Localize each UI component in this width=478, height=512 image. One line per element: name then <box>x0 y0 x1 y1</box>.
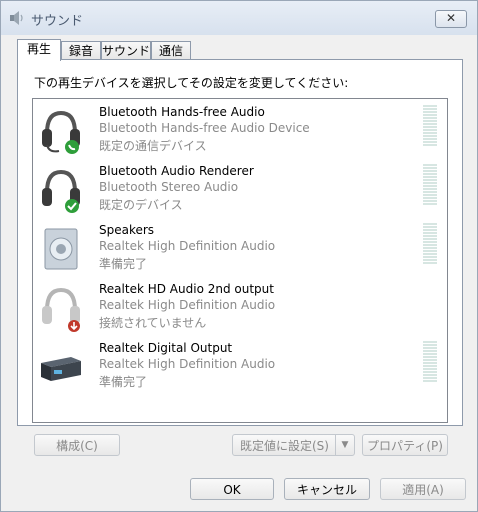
device-status: 既定のデバイス <box>99 198 183 212</box>
volume-meter <box>423 105 437 147</box>
device-name: Bluetooth Audio Renderer <box>99 164 254 178</box>
set-default-button[interactable]: 既定値に設定(S) ▼ <box>232 434 355 456</box>
device-name: Speakers <box>99 223 155 237</box>
device-status: 接続されていません <box>99 316 207 330</box>
device-item-realtek-2nd-output[interactable]: Realtek HD Audio 2nd output Realtek High… <box>33 278 447 336</box>
volume-meter <box>423 164 437 206</box>
tab-recording[interactable]: 録音 <box>61 41 101 60</box>
check-badge-icon <box>65 199 79 213</box>
apply-button[interactable]: 適用(A) <box>380 478 466 500</box>
volume-meter <box>423 223 437 265</box>
device-status: 準備完了 <box>99 257 148 271</box>
instruction-text: 下の再生デバイスを選択してその設定を変更してください: <box>34 76 349 90</box>
device-description: Bluetooth Stereo Audio <box>99 180 239 194</box>
speaker-title-icon <box>10 11 23 25</box>
chevron-down-icon[interactable]: ▼ <box>335 435 354 455</box>
window-title: サウンド <box>31 14 84 29</box>
headphones-gray-icon <box>42 287 80 332</box>
device-item-speakers[interactable]: Speakers Realtek High Definition Audio 準… <box>33 219 447 277</box>
close-button[interactable]: ✕ <box>435 10 467 28</box>
speaker-icon <box>44 228 78 270</box>
sound-dialog: サウンド ✕ 再生 録音 サウンド 通信 下の再生デバイスを選択してその設定を変… <box>0 0 478 512</box>
ok-button[interactable]: OK <box>190 478 274 500</box>
device-description: Bluetooth Hands-free Audio Device <box>99 121 310 135</box>
device-item-bluetooth-hands-free[interactable]: Bluetooth Hands-free Audio Bluetooth Han… <box>33 101 447 159</box>
device-status: 既定の通信デバイス <box>99 139 207 153</box>
close-icon: ✕ <box>445 11 457 25</box>
device-description: Realtek High Definition Audio <box>99 298 276 312</box>
set-default-label: 既定値に設定(S) <box>240 439 329 453</box>
device-name: Bluetooth Hands-free Audio <box>99 105 265 119</box>
properties-button[interactable]: プロパティ(P) <box>362 434 448 456</box>
device-item-bluetooth-audio-renderer[interactable]: Bluetooth Audio Renderer Bluetooth Stere… <box>33 160 447 218</box>
phone-badge-icon <box>65 140 79 154</box>
playback-panel: 下の再生デバイスを選択してその設定を変更してください: Bluetooth Ha… <box>17 59 463 426</box>
tab-sounds[interactable]: サウンド <box>101 41 151 60</box>
title-bar[interactable]: サウンド ✕ <box>1 1 477 35</box>
digital-receiver-icon <box>41 357 81 381</box>
device-description: Realtek High Definition Audio <box>99 239 276 253</box>
device-description: Realtek High Definition Audio <box>99 357 276 371</box>
device-list[interactable]: Bluetooth Hands-free Audio Bluetooth Han… <box>32 98 448 423</box>
volume-meter <box>423 341 437 383</box>
device-name: Realtek HD Audio 2nd output <box>99 282 274 296</box>
device-name: Realtek Digital Output <box>99 341 233 355</box>
cancel-button[interactable]: キャンセル <box>284 478 370 500</box>
device-status: 準備完了 <box>99 375 148 389</box>
tab-playback[interactable]: 再生 <box>17 39 61 61</box>
device-item-realtek-digital-output[interactable]: Realtek Digital Output Realtek High Defi… <box>33 337 447 395</box>
headphones-icon <box>42 169 80 213</box>
tab-communications[interactable]: 通信 <box>151 41 191 60</box>
configure-button[interactable]: 構成(C) <box>34 434 120 456</box>
headset-icon <box>42 110 80 154</box>
